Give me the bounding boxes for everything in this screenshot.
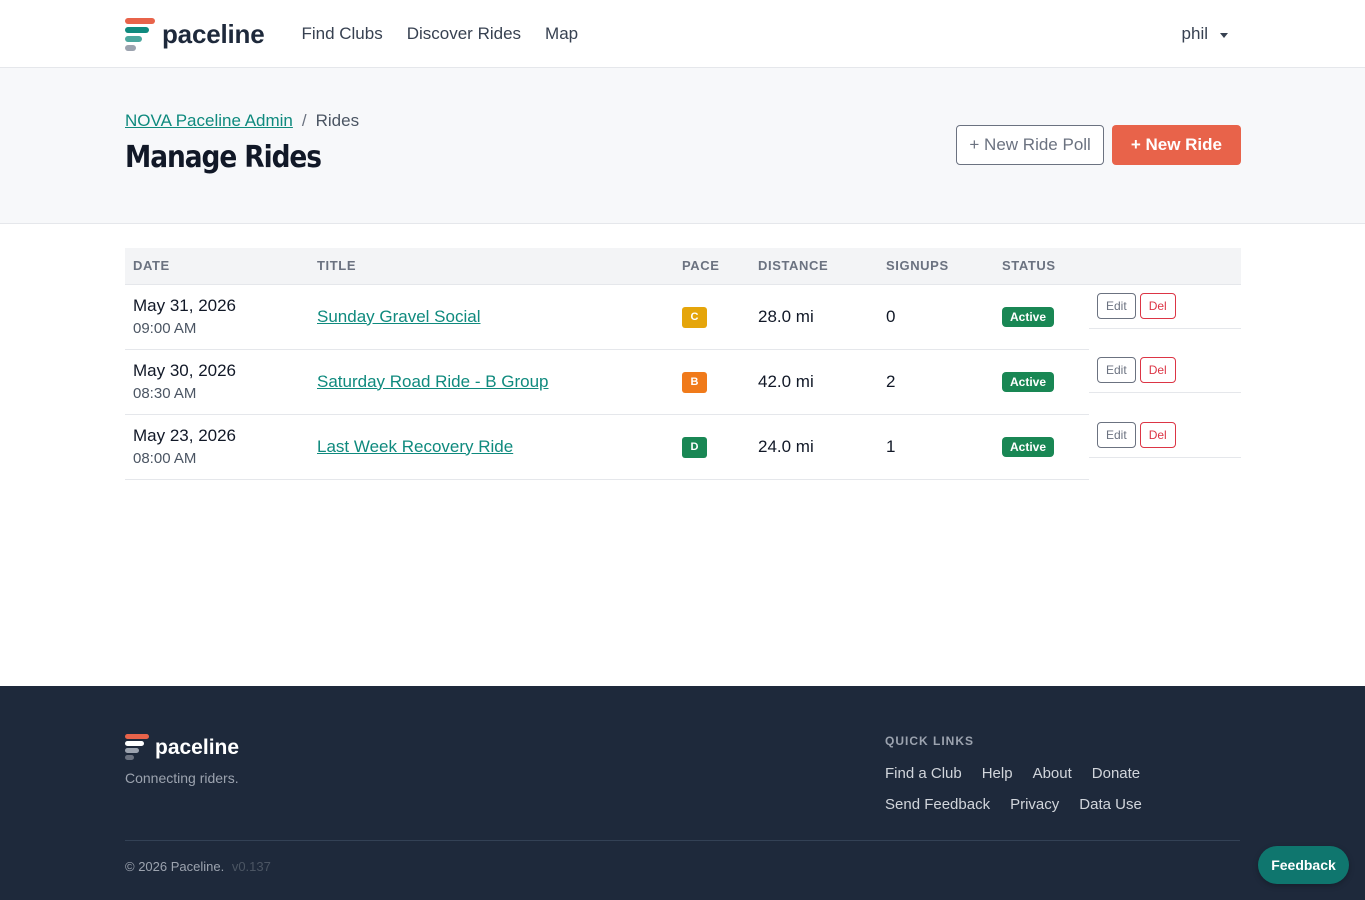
paceline-logo-icon: [125, 17, 155, 51]
copyright-text: © 2026 Paceline.: [125, 859, 225, 874]
top-navbar: paceline Find Clubs Discover Rides Map p…: [0, 0, 1365, 68]
pace-badge: C: [682, 307, 707, 328]
footer-link-privacy[interactable]: Privacy: [1010, 796, 1059, 813]
ride-title-cell: Sunday Gravel Social: [309, 284, 674, 350]
ride-date-cell: May 30, 2026 08:30 AM: [125, 349, 309, 415]
ride-date: May 30, 2026: [133, 361, 237, 380]
footer-link-about[interactable]: About: [1033, 765, 1072, 782]
user-menu-dropdown[interactable]: phil: [1182, 24, 1240, 44]
ride-pace-cell: B: [674, 349, 750, 415]
table-header-row: DATE TITLE PACE DISTANCE SIGNUPS STATUS: [125, 248, 1241, 285]
ride-distance: 42.0 mi: [750, 349, 878, 415]
pace-badge: B: [682, 372, 707, 393]
footer-brand-name: paceline: [155, 735, 240, 759]
breadcrumb-separator: /: [301, 111, 307, 130]
ride-date-cell: May 31, 2026 09:00 AM: [125, 284, 309, 350]
nav-find-clubs[interactable]: Find Clubs: [301, 24, 382, 44]
new-ride-poll-button[interactable]: + New Ride Poll: [956, 125, 1104, 165]
ride-signups: 2: [878, 349, 994, 415]
footer-link-data-use[interactable]: Data Use: [1079, 796, 1142, 813]
ride-title-link[interactable]: Sunday Gravel Social: [317, 307, 480, 326]
paceline-logo-icon: [125, 734, 149, 761]
ride-time: 08:00 AM: [133, 450, 197, 467]
ride-date: May 23, 2026: [133, 426, 237, 445]
rides-table-container: DATE TITLE PACE DISTANCE SIGNUPS STATUS …: [125, 248, 1241, 480]
ride-date: May 31, 2026: [133, 296, 237, 315]
rides-table: DATE TITLE PACE DISTANCE SIGNUPS STATUS …: [125, 248, 1241, 480]
ride-actions: Edit Del: [1089, 422, 1241, 458]
breadcrumb: NOVA Paceline Admin / Rides: [125, 111, 359, 131]
footer-link-send-feedback[interactable]: Send Feedback: [885, 796, 990, 813]
column-header-date: DATE: [125, 248, 309, 285]
nav-discover-rides[interactable]: Discover Rides: [407, 24, 521, 44]
edit-ride-button[interactable]: Edit: [1097, 357, 1136, 383]
ride-pace-cell: C: [674, 284, 750, 350]
ride-actions: Edit Del: [1089, 292, 1241, 329]
ride-actions-cell: Edit Del: [1089, 284, 1241, 349]
site-footer: paceline Connecting riders. QUICK LINKS …: [0, 686, 1365, 900]
header-actions: + New Ride Poll + New Ride: [956, 125, 1241, 165]
ride-actions: Edit Del: [1089, 357, 1241, 393]
ride-time: 09:00 AM: [133, 320, 197, 337]
ride-date-cell: May 23, 2026 08:00 AM: [125, 414, 309, 480]
status-badge: Active: [1002, 307, 1055, 327]
column-header-title: TITLE: [309, 248, 674, 285]
footer-tagline: Connecting riders.: [125, 770, 239, 786]
edit-ride-button[interactable]: Edit: [1097, 292, 1136, 319]
quick-links-title: QUICK LINKS: [885, 734, 974, 748]
page-title: Manage Rides: [125, 140, 322, 175]
navbar-inner: paceline Find Clubs Discover Rides Map p…: [125, 0, 1240, 68]
column-header-pace: PACE: [674, 248, 750, 285]
ride-distance: 28.0 mi: [750, 284, 878, 350]
footer-link-find-a-club[interactable]: Find a Club: [885, 765, 962, 782]
footer-link-help[interactable]: Help: [982, 765, 1013, 782]
main-nav: Find Clubs Discover Rides Map: [301, 24, 602, 44]
ride-title-cell: Saturday Road Ride - B Group: [309, 349, 674, 415]
breadcrumb-club-admin-link[interactable]: NOVA Paceline Admin: [125, 111, 293, 131]
user-name: phil: [1181, 24, 1208, 43]
ride-title-cell: Last Week Recovery Ride: [309, 414, 674, 480]
pace-badge: D: [682, 437, 707, 458]
ride-status-cell: Active: [994, 414, 1089, 480]
status-badge: Active: [1002, 372, 1055, 392]
caret-down-icon: [1220, 32, 1228, 38]
ride-distance: 24.0 mi: [750, 414, 878, 480]
new-ride-button[interactable]: + New Ride: [1111, 125, 1241, 165]
delete-ride-button[interactable]: Del: [1139, 422, 1176, 448]
column-header-actions: [1089, 248, 1241, 285]
page-header: NOVA Paceline Admin / Rides Manage Rides…: [0, 68, 1365, 224]
brand-link[interactable]: paceline: [125, 17, 265, 51]
ride-signups: 1: [878, 414, 994, 480]
feedback-button[interactable]: Feedback: [1258, 846, 1349, 884]
edit-ride-button[interactable]: Edit: [1097, 422, 1136, 448]
ride-title-link[interactable]: Saturday Road Ride - B Group: [317, 372, 549, 391]
footer-link-donate[interactable]: Donate: [1092, 765, 1140, 782]
ride-status-cell: Active: [994, 284, 1089, 350]
column-header-status: STATUS: [994, 248, 1089, 285]
column-header-signups: SIGNUPS: [878, 248, 994, 285]
table-row: May 30, 2026 08:30 AM Saturday Road Ride…: [125, 349, 1241, 415]
ride-actions-cell: Edit Del: [1089, 349, 1241, 414]
delete-ride-button[interactable]: Del: [1139, 357, 1176, 383]
nav-map[interactable]: Map: [545, 24, 578, 44]
quick-links-row: Send Feedback Privacy Data Use: [885, 796, 1162, 813]
breadcrumb-current: Rides: [315, 111, 360, 130]
footer-brand[interactable]: paceline: [125, 734, 239, 761]
status-badge: Active: [1002, 437, 1055, 457]
ride-actions-cell: Edit Del: [1089, 414, 1241, 479]
ride-time: 08:30 AM: [133, 385, 197, 402]
column-header-distance: DISTANCE: [750, 248, 878, 285]
quick-links-row: Find a Club Help About Donate: [885, 765, 1160, 782]
brand-name: paceline: [162, 18, 265, 49]
footer-divider: [125, 840, 1240, 841]
table-row: May 23, 2026 08:00 AM Last Week Recovery…: [125, 414, 1241, 480]
ride-status-cell: Active: [994, 349, 1089, 415]
ride-pace-cell: D: [674, 414, 750, 480]
copyright: © 2026 Paceline. v0.137: [125, 859, 271, 874]
ride-signups: 0: [878, 284, 994, 350]
table-row: May 31, 2026 09:00 AM Sunday Gravel Soci…: [125, 284, 1241, 350]
version-label: v0.137: [231, 859, 271, 874]
ride-title-link[interactable]: Last Week Recovery Ride: [317, 437, 513, 456]
delete-ride-button[interactable]: Del: [1139, 292, 1176, 319]
